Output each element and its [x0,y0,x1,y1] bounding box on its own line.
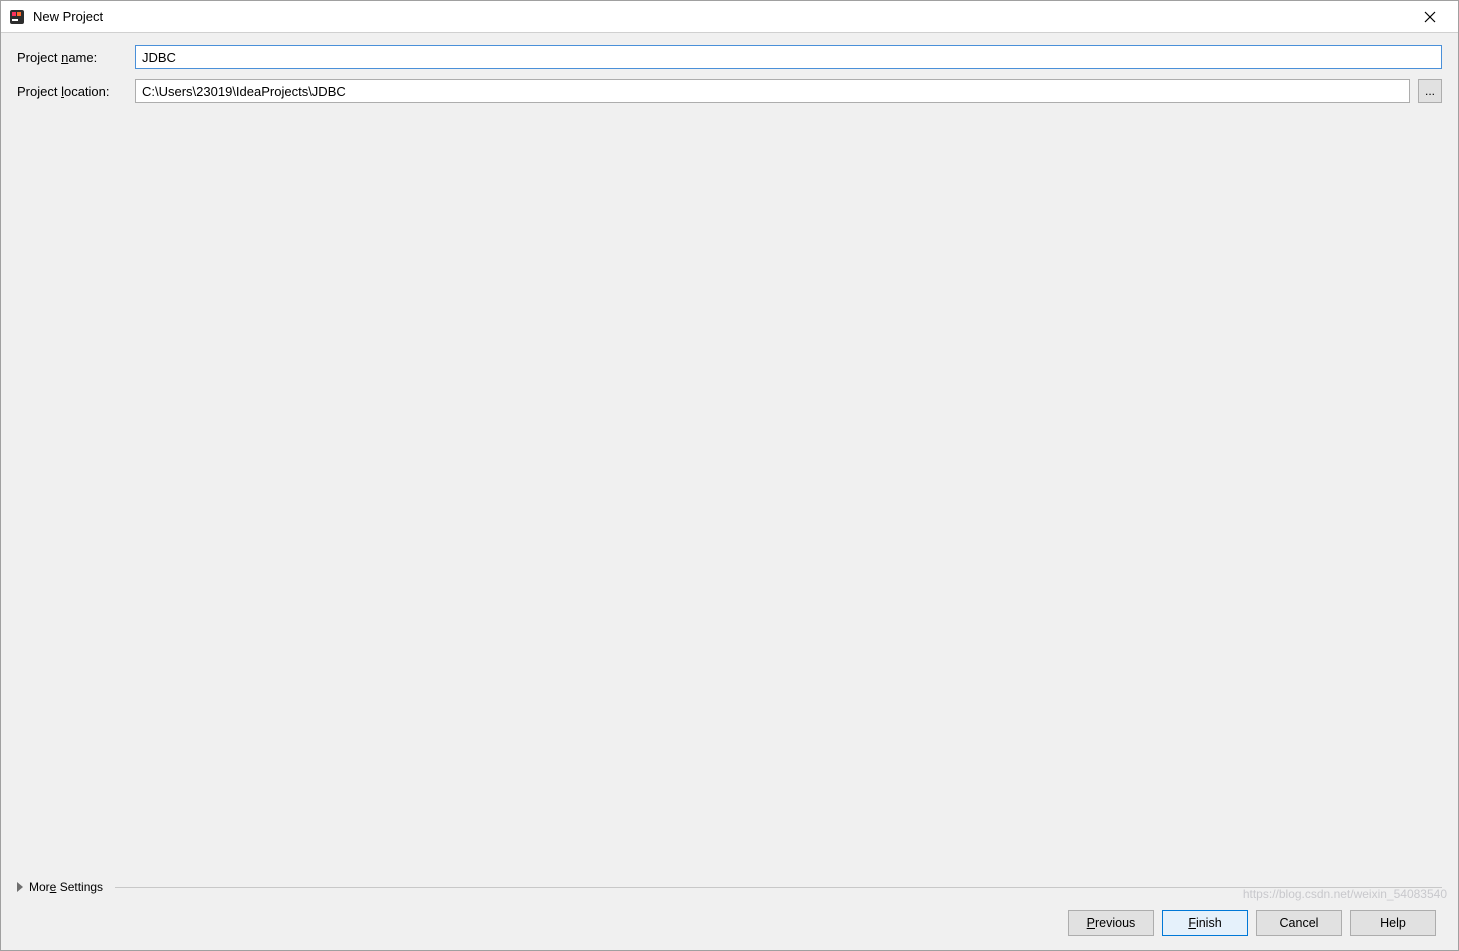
more-settings-label: More Settings [29,880,103,894]
dialog-content: Project name: Project location: ... More… [1,33,1458,950]
close-button[interactable] [1410,3,1450,31]
titlebar: New Project [1,1,1458,33]
button-bar: Previous Finish Cancel Help [17,900,1442,942]
project-location-input[interactable] [135,79,1410,103]
help-button[interactable]: Help [1350,910,1436,936]
chevron-right-icon [17,882,23,892]
app-icon [9,9,25,25]
window-title: New Project [33,9,1410,24]
new-project-dialog: New Project Project name: Project locati… [0,0,1459,951]
form-area: Project name: Project location: ... [17,45,1442,103]
previous-button[interactable]: Previous [1068,910,1154,936]
close-icon [1424,11,1436,23]
spacer [17,103,1442,874]
cancel-button[interactable]: Cancel [1256,910,1342,936]
finish-button[interactable]: Finish [1162,910,1248,936]
project-name-label: Project name: [17,50,127,65]
project-name-input[interactable] [135,45,1442,69]
project-location-label: Project location: [17,84,127,99]
more-settings-toggle[interactable]: More Settings [17,874,1442,900]
separator-line [115,887,1442,888]
browse-button[interactable]: ... [1418,79,1442,103]
